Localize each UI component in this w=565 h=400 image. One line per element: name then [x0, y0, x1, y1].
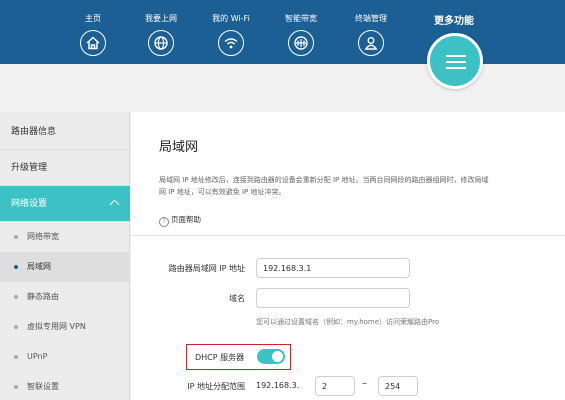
main-panel: 局域网 局域网 IP 地址修改后，连接到路由器的设备会重新分配 IP 地址。当两… [131, 112, 565, 400]
sidebar-item-network-settings[interactable]: 网络设置 [0, 186, 130, 222]
nav-item-label: 终端管理 [355, 14, 387, 23]
sidebar-subitem-static-route[interactable]: 静态路由 [0, 282, 130, 312]
bandwidth-icon [288, 30, 314, 56]
domain-input[interactable] [256, 288, 410, 308]
user-icon [358, 30, 384, 56]
sidebar-subitem-smart-settings[interactable]: 智联设置 [0, 372, 130, 400]
sidebar-item-upgrade[interactable]: 升级管理 [0, 150, 130, 186]
sidebar-subitem-label: 网络带宽 [27, 232, 59, 241]
chevron-up-icon [109, 199, 120, 210]
description-line: 网 IP 地址，可以有效避免 IP 地址冲突。 [159, 188, 286, 196]
bullet-icon [14, 265, 18, 269]
description-line: 局域网 IP 地址修改后，连接到路由器的设备会重新分配 IP 地址。当两台同网段… [159, 176, 489, 184]
sidebar-subitem-label: UPnP [27, 352, 48, 361]
ip-address-label: 路由器局域网 IP 地址 [168, 264, 245, 273]
sidebar-item-label: 路由器信息 [11, 127, 57, 137]
globe-icon [148, 30, 174, 56]
sidebar-subitem-label: 局域网 [27, 262, 51, 271]
ip-address-input[interactable] [256, 258, 410, 278]
bullet-icon [14, 295, 18, 299]
range-separator: – [362, 378, 367, 389]
sidebar-subitem-vpn[interactable]: 虚拟专用网 VPN [0, 312, 130, 342]
dhcp-server-label: DHCP 服务器 [195, 353, 245, 362]
nav-item-internet[interactable]: 我要上网 [121, 14, 201, 56]
ip-range-start-input[interactable] [315, 376, 355, 396]
sidebar-subitem-upnp[interactable]: UPnP [0, 342, 130, 372]
ip-range-label: IP 地址分配范围 [187, 382, 245, 391]
nav-item-label: 智能带宽 [285, 14, 317, 23]
page-description: 局域网 IP 地址修改后，连接到路由器的设备会重新分配 IP 地址。当两台同网段… [159, 174, 539, 198]
sidebar-subitem-label: 静态路由 [27, 292, 59, 301]
sidebar-subitem-bandwidth[interactable]: 网络带宽 [0, 222, 130, 252]
dhcp-server-toggle[interactable] [257, 349, 285, 364]
sidebar-item-label: 升级管理 [11, 163, 48, 173]
sidebar-subitem-label: 智联设置 [27, 382, 59, 391]
sidebar-subitem-label: 虚拟专用网 VPN [27, 322, 86, 331]
bullet-icon [14, 235, 18, 239]
help-label: 页面帮助 [171, 215, 201, 224]
domain-label: 域名 [229, 294, 245, 303]
nav-item-wifi[interactable]: 我的 Wi-Fi [191, 14, 271, 56]
home-icon [80, 30, 106, 56]
bullet-icon [14, 355, 18, 359]
nav-item-bandwidth[interactable]: 智能带宽 [261, 14, 341, 56]
domain-hint: 您可以通过设置域名（例如：my.home）访问荣耀路由Pro [256, 318, 440, 326]
nav-more-label: 更多功能 [434, 16, 474, 27]
sidebar-subitem-lan[interactable]: 局域网 [0, 252, 130, 282]
bullet-icon [14, 385, 18, 389]
page-title: 局域网 [159, 140, 199, 155]
help-icon: ? [159, 217, 169, 227]
dhcp-highlight-box: DHCP 服务器 [186, 344, 291, 370]
toggle-knob [272, 351, 283, 362]
nav-item-label: 我的 Wi-Fi [212, 14, 250, 23]
page-help-link[interactable]: ? 页面帮助 [159, 214, 201, 227]
sidebar-item-label: 网络设置 [11, 199, 48, 209]
nav-item-devices[interactable]: 终端管理 [331, 14, 411, 56]
sidebar-item-router-info[interactable]: 路由器信息 [0, 114, 130, 150]
sidebar: 路由器信息 升级管理 网络设置 网络带宽 局域网 静态路由 虚拟专用网 VPN … [0, 112, 130, 400]
wifi-icon [218, 30, 244, 56]
more-functions-button[interactable] [427, 33, 483, 89]
ip-range-prefix: 192.168.3. [256, 381, 300, 390]
nav-item-label: 我要上网 [145, 14, 177, 23]
menu-icon [446, 55, 466, 57]
bullet-icon [14, 325, 18, 329]
divider [131, 235, 565, 236]
ip-range-end-input[interactable] [378, 376, 418, 396]
